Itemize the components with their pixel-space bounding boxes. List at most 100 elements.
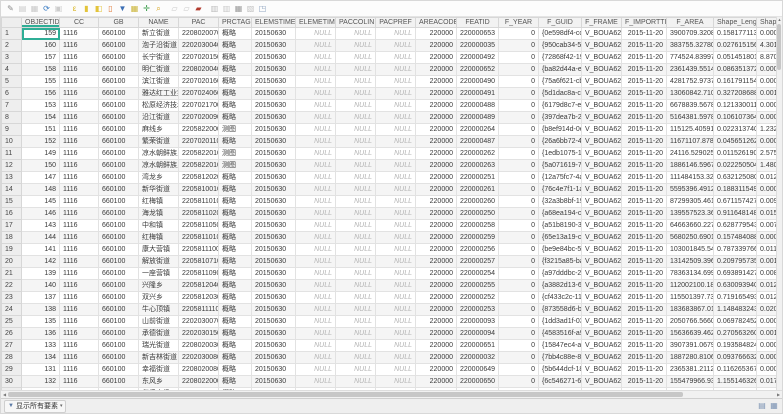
conditional-format-icon[interactable]: ▧ xyxy=(245,3,256,14)
cell-f_guid[interactable]: {a68ea194-c8... xyxy=(539,208,582,220)
cell-gb[interactable]: 660100 xyxy=(99,52,139,64)
cell-elemetime[interactable]: NULL xyxy=(296,280,336,292)
cell-pacpref[interactable]: NULL xyxy=(376,148,416,160)
cell-name[interactable]: 新立街道 xyxy=(139,28,179,40)
cell-objectid[interactable]: 153 xyxy=(22,100,60,112)
cell-paccolin[interactable]: NULL xyxy=(336,136,376,148)
cell-f_guid[interactable]: {6179d8c7-ee... xyxy=(539,100,582,112)
cell-featid[interactable]: 220000653 xyxy=(457,28,499,40)
save-edits-icon[interactable]: ▤ xyxy=(17,3,28,14)
cell-shape_length[interactable]: 0.0223137405... xyxy=(714,124,757,136)
cell-gb[interactable]: 660100 xyxy=(99,208,139,220)
cell-objectid[interactable]: 158 xyxy=(22,64,60,76)
cell-elemetime[interactable]: NULL xyxy=(296,160,336,172)
cell-areacode[interactable]: 220000 xyxy=(416,148,457,160)
cell-areacode[interactable]: 220000 xyxy=(416,340,457,352)
cell-paccolin[interactable]: NULL xyxy=(336,328,376,340)
cell-f_year[interactable]: 0 xyxy=(499,304,539,316)
cell-shape_length[interactable]: 0.1574840883... xyxy=(714,232,757,244)
cell-f_year[interactable]: 0 xyxy=(499,124,539,136)
cell-f_area[interactable]: 24116.529025... xyxy=(667,148,714,160)
cell-cc[interactable]: 1116 xyxy=(60,292,99,304)
cell-pacpref[interactable]: NULL xyxy=(376,28,416,40)
cell-elemstime[interactable]: 20150630 xyxy=(252,340,296,352)
cell-elemstime[interactable]: 20150630 xyxy=(252,88,296,100)
cell-f_importtime[interactable]: 2015-11-20 xyxy=(622,376,667,388)
column-header-pacpref[interactable]: PACPREF xyxy=(376,18,416,28)
cell-paccolin[interactable]: NULL xyxy=(336,124,376,136)
cell-name[interactable]: 沿江街道 xyxy=(139,112,179,124)
cell-name[interactable]: 新吉林街道 xyxy=(139,352,179,364)
delete-selected-icon[interactable]: ▦ xyxy=(29,3,40,14)
cell-f_importtime[interactable]: 2015-11-20 xyxy=(622,244,667,256)
cell-f_importtime[interactable]: 2015-11-20 xyxy=(622,340,667,352)
cell-f_frame[interactable]: V_BOUA6220... xyxy=(582,352,622,364)
cell-f_year[interactable]: 0 xyxy=(499,232,539,244)
cell-prctag[interactable]: 测图 xyxy=(219,148,252,160)
cell-areacode[interactable]: 220000 xyxy=(416,232,457,244)
cell-pac[interactable]: 220581204000 xyxy=(179,280,219,292)
cell-shape_length[interactable]: 0.6711574275... xyxy=(714,196,757,208)
filter-select-form-icon[interactable]: ▼ xyxy=(117,3,128,14)
cell-name[interactable]: 泡子沿街道 xyxy=(139,40,179,52)
cell-f_guid[interactable]: {a3882d13-61... xyxy=(539,280,582,292)
cell-name[interactable]: 承德街道 xyxy=(139,328,179,340)
cell-gb[interactable]: 660100 xyxy=(99,376,139,388)
cell-pac[interactable]: 220581101000 xyxy=(179,232,219,244)
cell-objectid[interactable]: 136 xyxy=(22,328,60,340)
cell-name[interactable]: 瑞光街道 xyxy=(139,340,179,352)
cell-f_area[interactable]: 115501397.73... xyxy=(667,292,714,304)
cell-f_importtime[interactable]: 2015-11-20 xyxy=(622,52,667,64)
cell-elemetime[interactable]: NULL xyxy=(296,304,336,316)
cell-gb[interactable]: 660100 xyxy=(99,232,139,244)
column-header-f_year[interactable]: F_YEAR xyxy=(499,18,539,28)
cell-f_importtime[interactable]: 2015-11-20 xyxy=(622,220,667,232)
cell-shape_length[interactable]: 0.0514518010... xyxy=(714,52,757,64)
delete-field-icon[interactable]: ▥ xyxy=(221,3,232,14)
cell-f_frame[interactable]: V_BOUA6220... xyxy=(582,28,622,40)
cell-shape_length[interactable]: 0.7191654932... xyxy=(714,292,757,304)
cell-pac[interactable]: 220702016000 xyxy=(179,76,219,88)
dock-table-icon[interactable]: ◳ xyxy=(257,3,268,14)
column-header-f_guid[interactable]: F_GUID xyxy=(539,18,582,28)
cell-paccolin[interactable]: NULL xyxy=(336,376,376,388)
cell-name[interactable]: 雅达红工业集... xyxy=(139,88,179,100)
cell-featid[interactable]: 220000262 xyxy=(457,148,499,160)
cell-name[interactable]: 牛心顶镇 xyxy=(139,304,179,316)
cell-cc[interactable]: 1116 xyxy=(60,376,99,388)
cell-pacpref[interactable]: NULL xyxy=(376,220,416,232)
cell-name[interactable]: 新华街道 xyxy=(139,184,179,196)
cell-f_area[interactable]: 6678839.5678... xyxy=(667,100,714,112)
cell-f_frame[interactable]: V_BOUA6220... xyxy=(582,364,622,376)
cell-f_importtime[interactable]: 2015-11-20 xyxy=(622,268,667,280)
cell-objectid[interactable]: 159 xyxy=(22,28,60,40)
cell-elemetime[interactable]: NULL xyxy=(296,124,336,136)
cell-pacpref[interactable]: NULL xyxy=(376,64,416,76)
cell-pacpref[interactable]: NULL xyxy=(376,328,416,340)
cell-pacpref[interactable]: NULL xyxy=(376,364,416,376)
cell-f_frame[interactable]: V_BOUA6220... xyxy=(582,208,622,220)
column-header-prctag[interactable]: PRCTAG xyxy=(219,18,252,28)
cell-objectid[interactable]: 131 xyxy=(22,364,60,376)
cell-objectid[interactable]: 151 xyxy=(22,124,60,136)
cell-objectid[interactable]: 138 xyxy=(22,304,60,316)
cell-f_area[interactable]: 112002100.18... xyxy=(667,280,714,292)
cell-gb[interactable]: 660100 xyxy=(99,280,139,292)
cell-pacpref[interactable]: NULL xyxy=(376,112,416,124)
cell-elemetime[interactable]: NULL xyxy=(296,184,336,196)
cell-f_guid[interactable]: {26a6bb72-49... xyxy=(539,136,582,148)
row-number[interactable]: 30 xyxy=(2,376,22,388)
cell-pac[interactable]: 220802007000 xyxy=(179,28,219,40)
cell-prctag[interactable]: 概略 xyxy=(219,316,252,328)
cell-shape_length[interactable]: 0.1061073642... xyxy=(714,112,757,124)
cell-paccolin[interactable]: NULL xyxy=(336,148,376,160)
cell-elemstime[interactable]: 20150630 xyxy=(252,244,296,256)
cell-pacpref[interactable]: NULL xyxy=(376,52,416,64)
cell-f_area[interactable]: 13142509.396... xyxy=(667,256,714,268)
cell-pac[interactable]: 220581203000 xyxy=(179,292,219,304)
column-header-elemstime[interactable]: ELEMSTIME xyxy=(252,18,296,28)
cell-paccolin[interactable]: NULL xyxy=(336,64,376,76)
cell-prctag[interactable]: 概略 xyxy=(219,292,252,304)
cell-areacode[interactable]: 220000 xyxy=(416,304,457,316)
cell-objectid[interactable]: 154 xyxy=(22,112,60,124)
